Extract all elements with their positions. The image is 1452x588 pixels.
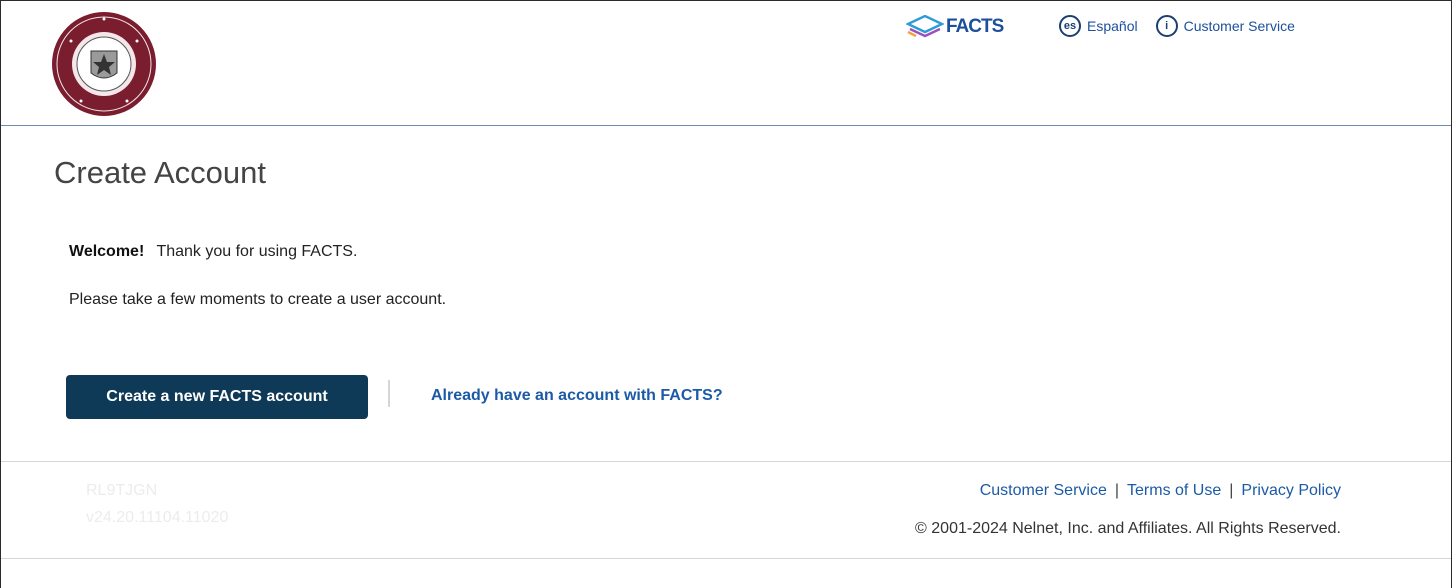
welcome-bold: Welcome! [69,243,145,260]
existing-account-link[interactable]: Already have an account with FACTS? [431,387,723,405]
footer-code: RL9TJGN [86,482,158,499]
footer-separator: | [1229,482,1234,499]
facts-logo: FACTS [906,15,1004,39]
header-customer-service-link[interactable]: Customer Service [1184,18,1295,34]
page-title: Create Account [54,155,266,190]
footer: RL9TJGN v24.20.11104.11020 Customer Serv… [1,461,1451,559]
header: FACTS es Español i Customer Service [1,1,1451,126]
facts-logo-icon [906,15,944,38]
instruction-text: Please take a few moments to create a us… [69,291,447,308]
footer-customer-service-link[interactable]: Customer Service [980,482,1107,500]
school-seal-logo [52,12,156,116]
facts-logo-text: FACTS [946,16,1004,37]
spanish-language-icon[interactable]: es [1059,15,1081,37]
welcome-message: Welcome! Thank you for using FACTS. [69,243,357,261]
footer-separator: | [1114,482,1120,499]
espanol-link[interactable]: Español [1087,18,1138,34]
info-icon[interactable]: i [1155,15,1178,37]
header-links: es Español i Customer Service [1059,15,1295,37]
terms-of-use-link[interactable]: Terms of Use [1127,482,1221,500]
footer-version: v24.20.11104.11020 [86,509,229,526]
privacy-policy-link[interactable]: Privacy Policy [1241,482,1341,500]
create-account-button[interactable]: Create a new FACTS account [66,375,368,419]
button-divider [388,380,390,407]
welcome-text: Thank you for using FACTS. [156,243,358,260]
footer-links: Customer Service | Terms of Use | Privac… [980,482,1341,500]
copyright-text: © 2001-2024 Nelnet, Inc. and Affiliates.… [915,520,1341,537]
